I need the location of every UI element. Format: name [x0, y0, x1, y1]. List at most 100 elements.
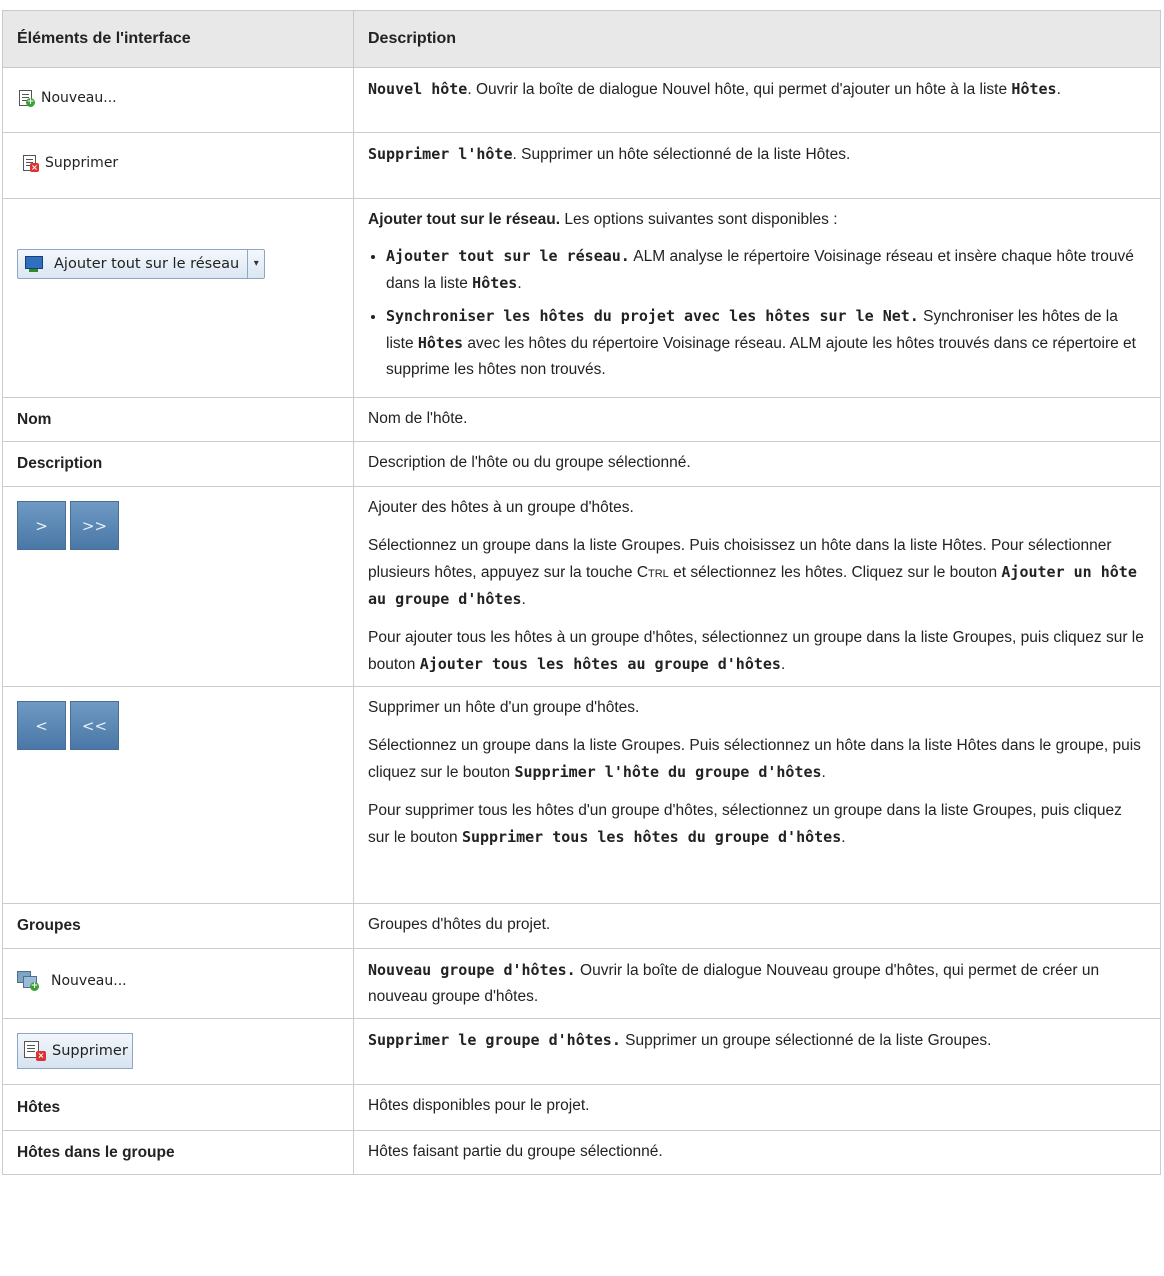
header-description: Description	[353, 10, 1161, 68]
option-1-title: Ajouter tout sur le réseau.	[386, 247, 630, 265]
description-label: Description	[17, 455, 103, 472]
table-row: Nom Nom de l'hôte.	[2, 397, 1161, 442]
ui-element-cell: Ajouter tout sur le réseau ▾	[2, 198, 354, 398]
remove-from-group-p3: Pour supprimer tous les hôtes d'un group…	[368, 798, 1146, 851]
delete-group-button-label: Supprimer	[52, 1043, 128, 1059]
table-row: > >> Ajouter des hôtes à un groupe d'hôte…	[2, 486, 1161, 687]
sentence-end: .	[517, 275, 522, 292]
options-list: Ajouter tout sur le réseau. ALM analyse …	[368, 243, 1146, 383]
description-cell: Hôtes disponibles pour le projet.	[353, 1084, 1161, 1131]
delete-host-button-label: Supprimer	[45, 155, 119, 171]
description-cell: Description de l'hôte ou du groupe sélec…	[353, 441, 1161, 487]
add-to-group-p1: Ajouter des hôtes à un groupe d'hôtes.	[368, 499, 634, 516]
description-cell: Groupes d'hôtes du projet.	[353, 903, 1161, 949]
add-to-group-p3: Pour ajouter tous les hôtes à un groupe …	[368, 625, 1146, 678]
add-host-to-group-button[interactable]: >	[17, 501, 66, 550]
add-all-network-button[interactable]: Ajouter tout sur le réseau ▾	[17, 249, 266, 279]
description-cell: Nom de l'hôte.	[353, 397, 1161, 442]
description-cell: Supprimer un hôte d'un groupe d'hôtes. S…	[353, 686, 1161, 904]
description-cell: Nouvel hôte. Ouvrir la boîte de dialogue…	[353, 67, 1161, 133]
hosts-in-group-label: Hôtes dans le groupe	[17, 1143, 175, 1161]
ui-element-cell: > >>	[2, 486, 354, 687]
name-text: Nom de l'hôte.	[368, 410, 468, 427]
add-all-intro-para: Ajouter tout sur le réseau. Les options …	[368, 207, 1146, 233]
ui-element-cell: + Nouveau...	[2, 67, 354, 133]
table-row: Hôtes dans le groupe Hôtes faisant parti…	[2, 1130, 1161, 1175]
header-ui-elements: Éléments de l'interface	[2, 10, 354, 68]
new-group-button[interactable]: + Nouveau...	[17, 968, 127, 994]
remove-from-group-p2: Sélectionnez un groupe dans la liste Gro…	[368, 733, 1146, 786]
add-all-title: Ajouter tout sur le réseau.	[368, 211, 561, 228]
add-all-hosts-bold: Ajouter tous les hôtes au groupe d'hôtes	[419, 655, 781, 673]
hosts-list-name: Hôtes	[1011, 80, 1057, 98]
ui-element-cell: Hôtes dans le groupe	[2, 1130, 354, 1175]
sentence-end: .	[841, 829, 846, 846]
table-row: < << Supprimer un hôte d'un groupe d'hôte…	[2, 686, 1161, 904]
description-cell: Ajouter tout sur le réseau. Les options …	[353, 198, 1161, 398]
ui-elements-table: Éléments de l'interface Description + No…	[2, 10, 1161, 1175]
option-2-title: Synchroniser les hôtes du projet avec le…	[386, 307, 919, 325]
table-header-row: Éléments de l'interface Description	[2, 10, 1161, 68]
dropdown-arrow-icon[interactable]: ▾	[247, 250, 264, 278]
new-host-title: Nouvel hôte	[368, 80, 468, 98]
table-row: × Supprimer Supprimer le groupe d'hôtes.…	[2, 1018, 1161, 1085]
delete-group-text: Supprimer un groupe sélectionné de la li…	[620, 1032, 992, 1049]
hosts-text: Hôtes disponibles pour le projet.	[368, 1097, 590, 1114]
list-item: Synchroniser les hôtes du projet avec le…	[386, 303, 1146, 383]
table-row: Hôtes Hôtes disponibles pour le projet.	[2, 1084, 1161, 1131]
new-group-button-label: Nouveau...	[51, 972, 127, 989]
ui-element-cell: Hôtes	[2, 1084, 354, 1131]
table-row: × Supprimer Supprimer l'hôte. Supprimer …	[2, 132, 1161, 199]
table-row: + Nouveau... Nouvel hôte. Ouvrir la boît…	[2, 67, 1161, 133]
add-all-network-label: Ajouter tout sur le réseau	[54, 256, 240, 272]
ui-element-cell: × Supprimer	[2, 132, 354, 199]
remove-from-group-p1: Supprimer un hôte d'un groupe d'hôtes.	[368, 699, 640, 716]
hosts-list-name: Hôtes	[417, 334, 464, 352]
option-2-text-end: avec les hôtes du répertoire Voisinage r…	[386, 335, 1136, 378]
ui-element-cell: Nom	[2, 397, 354, 442]
list-item: Ajouter tout sur le réseau. ALM analyse …	[386, 243, 1146, 297]
remove-all-hosts-bold: Supprimer tous les hôtes du groupe d'hôt…	[461, 828, 842, 846]
description-cell: Supprimer le groupe d'hôtes. Supprimer u…	[353, 1018, 1161, 1085]
ui-element-cell: Groupes	[2, 903, 354, 949]
remove-all-hosts-from-group-button[interactable]: <<	[70, 701, 119, 750]
table-row: + Nouveau... Nouveau groupe d'hôtes. Ouv…	[2, 948, 1161, 1019]
hosts-list-name: Hôtes	[472, 274, 518, 292]
description-cell: Supprimer l'hôte. Supprimer un hôte séle…	[353, 132, 1161, 199]
remove-host-from-group-button[interactable]: <	[17, 701, 66, 750]
ui-element-cell: + Nouveau...	[2, 948, 354, 1019]
table-row: Ajouter tout sur le réseau ▾ Ajouter tou…	[2, 198, 1161, 398]
table-row: Groupes Groupes d'hôtes du projet.	[2, 903, 1161, 949]
new-group-icon: +	[17, 970, 39, 991]
description-text: Description de l'hôte ou du groupe sélec…	[368, 454, 691, 471]
table-row: Description Description de l'hôte ou du …	[2, 441, 1161, 487]
new-host-button[interactable]: + Nouveau...	[17, 85, 117, 111]
hosts-label: Hôtes	[17, 1098, 61, 1116]
description-cell: Ajouter des hôtes à un groupe d'hôtes. S…	[353, 486, 1161, 687]
remove-host-bold: Supprimer l'hôte du groupe d'hôtes	[514, 763, 822, 781]
new-group-title: Nouveau groupe d'hôtes.	[368, 961, 576, 979]
add-all-hosts-to-group-button[interactable]: >>	[70, 501, 119, 550]
ui-element-cell: < <<	[2, 686, 354, 904]
ui-element-cell: Description	[2, 441, 354, 487]
delete-host-text: . Supprimer un hôte sélectionné de la li…	[512, 146, 851, 163]
groups-label: Groupes	[17, 917, 81, 934]
add-all-intro: Les options suivantes sont disponibles :	[560, 211, 838, 228]
new-host-text: . Ouvrir la boîte de dialogue Nouvel hôt…	[467, 81, 1012, 98]
delete-group-icon: ×	[24, 1041, 46, 1061]
description-cell: Nouveau groupe d'hôtes. Ouvrir la boîte …	[353, 948, 1161, 1019]
sentence-end: .	[780, 656, 786, 673]
groups-text: Groupes d'hôtes du projet.	[368, 916, 551, 933]
delete-group-title: Supprimer le groupe d'hôtes.	[368, 1031, 621, 1049]
ui-element-cell: × Supprimer	[2, 1018, 354, 1085]
description-cell: Hôtes faisant partie du groupe sélection…	[353, 1130, 1161, 1175]
new-host-button-label: Nouveau...	[41, 89, 117, 106]
delete-group-button[interactable]: × Supprimer	[17, 1033, 133, 1069]
network-computer-icon	[24, 255, 44, 273]
sentence-end: .	[1056, 81, 1061, 98]
delete-host-button[interactable]: × Supprimer	[21, 150, 118, 176]
ctrl-key: Ctrl	[636, 564, 669, 581]
new-host-icon: +	[17, 89, 35, 107]
delete-host-icon: ×	[21, 154, 39, 172]
add-to-group-p2: Sélectionnez un groupe dans la liste Gro…	[368, 533, 1146, 613]
